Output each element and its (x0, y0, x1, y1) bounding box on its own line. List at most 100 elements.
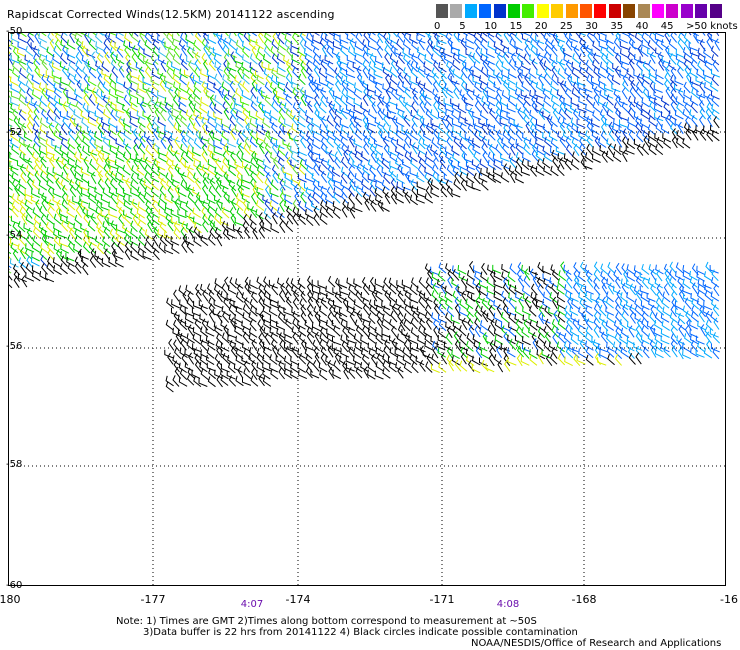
wind-barb (200, 96, 209, 107)
wind-barb (262, 159, 272, 170)
wind-barb (648, 144, 657, 156)
wind-barb (82, 263, 89, 276)
wind-barb (382, 186, 390, 199)
wind-barb (41, 262, 48, 275)
wind-barb (650, 283, 657, 296)
wind-barb (327, 60, 335, 72)
wind-barb (703, 301, 713, 311)
wind-barb (451, 118, 462, 128)
wind-barb (138, 214, 147, 225)
legend-label: 45 (660, 21, 674, 32)
wind-barb (115, 152, 125, 162)
wind-barb (166, 297, 175, 309)
wind-barb (256, 96, 266, 107)
wind-barb (417, 335, 426, 345)
wind-barb (17, 41, 27, 51)
wind-barb (97, 81, 105, 94)
wind-barb (138, 142, 146, 155)
wind-barb (343, 367, 350, 380)
wind-barb (493, 41, 503, 52)
wind-barb (200, 304, 208, 316)
legend-swatch (522, 4, 535, 18)
wind-barb (194, 318, 202, 331)
wind-barb (447, 156, 454, 169)
y-tick-label: -60 (6, 580, 23, 591)
wind-barb (234, 217, 244, 227)
wind-barb (347, 326, 356, 338)
wind-barb (565, 136, 573, 149)
wind-barb (538, 352, 544, 365)
wind-barb (606, 94, 614, 106)
wind-barb (573, 275, 581, 288)
wind-barb (363, 142, 370, 155)
wind-barb (219, 179, 229, 190)
wind-barb (577, 271, 586, 283)
wind-barb (298, 213, 306, 225)
wind-barb (320, 297, 328, 309)
wind-barb (305, 353, 314, 365)
wind-barb (507, 356, 517, 366)
wind-barb (677, 38, 684, 51)
wind-barb (611, 74, 621, 86)
wind-barb (374, 326, 383, 338)
wind-barb (385, 87, 392, 100)
wind-barb (611, 83, 621, 93)
wind-barb (250, 101, 259, 113)
wind-barb (418, 38, 425, 51)
wind-barb (87, 220, 96, 232)
wind-barb (486, 90, 496, 100)
wind-barb (397, 311, 404, 324)
wind-barb (325, 355, 334, 366)
wind-barb (264, 32, 272, 43)
wind-barb (228, 39, 237, 51)
wind-barb (187, 145, 195, 157)
wind-barb (226, 145, 236, 156)
wind-barb (683, 89, 692, 100)
legend-swatch (508, 4, 520, 18)
wind-barb (180, 115, 188, 127)
wind-barb (439, 67, 447, 80)
wind-barb (164, 349, 174, 359)
wind-barb (697, 320, 706, 331)
wind-barb (89, 158, 97, 171)
wind-barb (641, 73, 650, 85)
wind-barb (216, 198, 222, 211)
wind-barb (235, 306, 244, 317)
wind-barb (182, 290, 189, 303)
wind-barb (67, 199, 76, 211)
wind-barb (76, 143, 83, 156)
wind-barb (298, 352, 307, 365)
wind-barb (543, 151, 553, 162)
wind-barb (18, 58, 27, 71)
wind-barb (19, 206, 27, 219)
wind-barb (66, 39, 76, 50)
wind-barb (507, 47, 517, 57)
wind-barb (130, 228, 139, 239)
wind-barb (543, 73, 551, 86)
wind-barb (333, 360, 341, 372)
wind-barb (550, 95, 560, 107)
wind-barb (318, 181, 328, 190)
wind-barb (31, 242, 41, 253)
legend-swatch (450, 4, 463, 18)
wind-barb (188, 114, 195, 127)
note-line-3: NOAA/NESDIS/Office of Research and Appli… (471, 638, 722, 649)
wind-barb (285, 94, 293, 106)
wind-barb (214, 278, 223, 289)
wind-barb (236, 199, 244, 211)
wind-barb (445, 321, 455, 331)
wind-barb (655, 69, 664, 80)
wind-barb (94, 250, 103, 261)
wind-barb (318, 102, 327, 114)
wind-barb (395, 60, 404, 72)
wind-barb (439, 165, 448, 177)
wind-barb (313, 213, 320, 226)
wind-barb (145, 87, 152, 100)
wind-barb (277, 144, 286, 156)
legend-label: 10 (484, 21, 498, 32)
wind-barb (144, 66, 152, 79)
legend-swatch (695, 4, 708, 18)
wind-barb (364, 198, 371, 211)
wind-barb (514, 306, 524, 317)
wind-barb (170, 307, 180, 317)
